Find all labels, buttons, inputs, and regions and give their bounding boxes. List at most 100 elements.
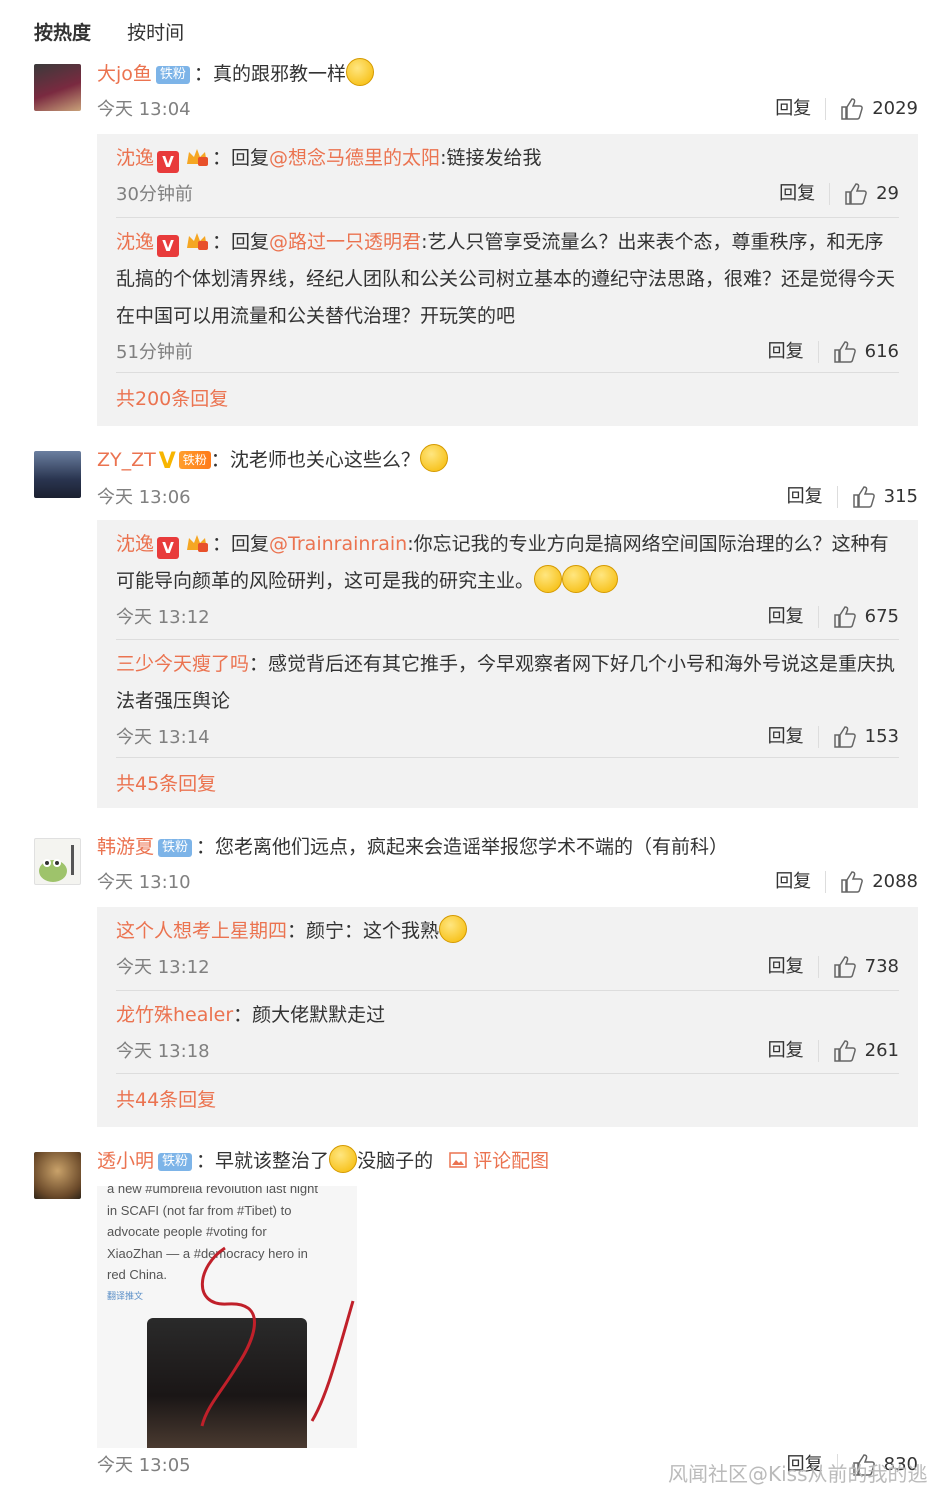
- like-count: 2088: [872, 871, 918, 892]
- reply-text: :链接发给我: [440, 147, 542, 169]
- like-count: 261: [864, 1040, 899, 1061]
- reply-time: 今天 13:18: [116, 1041, 210, 1062]
- username[interactable]: 透小明: [97, 1150, 154, 1172]
- like-thumb-icon[interactable]: [833, 606, 857, 628]
- verified-yellow-v-icon: V: [158, 449, 176, 474]
- grinning-emoji-icon: [534, 565, 563, 593]
- like-count: 2029: [872, 98, 918, 119]
- reply-time: 今天 13:12: [116, 607, 210, 628]
- username[interactable]: 龙竹殊healer: [116, 1004, 233, 1026]
- reply-button[interactable]: 回复: [768, 341, 819, 363]
- mention-link[interactable]: @Trainrainrain: [269, 533, 407, 555]
- more-replies-link[interactable]: 共44条回复: [116, 1074, 899, 1126]
- laughing-emoji-icon: [419, 444, 448, 472]
- username[interactable]: 韩游夏: [97, 836, 154, 858]
- reply-item: 沈逸 V ：回复@路过一只透明君:艺人只管享受流量么？出来表个态，尊重秩序，和无序乱…: [116, 218, 899, 373]
- crown-icon: [187, 149, 209, 166]
- like-count: 153: [864, 726, 899, 747]
- verified-v-icon: V: [157, 151, 180, 173]
- more-replies-link[interactable]: 共45条回复: [116, 758, 899, 810]
- verified-v-icon: V: [157, 537, 180, 559]
- reply-button[interactable]: 回复: [787, 486, 838, 508]
- avatar[interactable]: [34, 1152, 81, 1199]
- comment-time: 今天 13:05: [97, 1455, 191, 1476]
- sort-by-time-tab[interactable]: 按时间: [127, 22, 184, 44]
- like-count: 315: [883, 486, 918, 507]
- comment-text: 早就该整治了: [215, 1150, 330, 1172]
- username[interactable]: ZY_ZT: [97, 449, 156, 471]
- reply-button[interactable]: 回复: [768, 606, 819, 628]
- username[interactable]: 这个人想考上星期四: [116, 920, 287, 942]
- username[interactable]: 沈逸: [116, 147, 154, 169]
- reply-item: 这个人想考上星期四：颜宁：这个我熟 今天 13:12 回复 738: [116, 907, 899, 991]
- fan-badge: 铁粉: [178, 451, 211, 469]
- comment-text: 真的跟邪教一样: [212, 63, 346, 85]
- comment-item: 透小明 铁粉 ：早就该整治了 没脑子的 评论配图 a new #umbrella rev…: [34, 1145, 918, 1492]
- doge-emoji-icon: [439, 915, 468, 943]
- more-replies-link[interactable]: 共200条回复: [116, 373, 899, 425]
- reply-time: 30分钟前: [116, 184, 193, 205]
- like-count: 738: [864, 956, 899, 977]
- like-thumb-icon[interactable]: [833, 726, 857, 748]
- sort-bar: 按热度 按时间: [34, 18, 214, 45]
- like-count: 29: [876, 183, 899, 204]
- username[interactable]: 沈逸: [116, 533, 154, 555]
- fan-badge: 铁粉: [158, 1153, 193, 1171]
- reply-item: 沈逸 V ：回复@想念马德里的太阳:链接发给我 30分钟前 回复 29: [116, 134, 899, 218]
- reply-item: 龙竹殊healer：颜大佬默默走过 今天 13:18 回复 261: [116, 991, 899, 1074]
- reply-button[interactable]: 回复: [775, 98, 827, 120]
- reply-time: 今天 13:12: [116, 957, 210, 978]
- like-thumb-icon[interactable]: [840, 98, 864, 120]
- like-count: 675: [864, 606, 899, 627]
- shush-emoji-icon: [329, 1145, 358, 1173]
- avatar[interactable]: [34, 64, 81, 111]
- grinning-emoji-icon: [590, 565, 619, 593]
- comment-time: 今天 13:10: [97, 872, 191, 893]
- frog-meme-icon: [39, 845, 74, 882]
- red-scribble-icon: [200, 1246, 355, 1427]
- reply-time: 51分钟前: [116, 342, 193, 363]
- username[interactable]: 沈逸: [116, 231, 154, 253]
- comment-image[interactable]: a new #umbrella revolution last night in…: [97, 1186, 357, 1448]
- reply-button[interactable]: 回复: [768, 956, 819, 978]
- reply-list: 沈逸 V ：回复@Trainrainrain:你忘记我的专业方向是搞网络空间国际治理…: [97, 520, 918, 808]
- reply-item: 三少今天瘦了吗：感觉背后还有其它推手，今早观察者网下好几个小号和海外号说这是重庆…: [116, 640, 899, 758]
- reply-button[interactable]: 回复: [768, 726, 819, 748]
- sort-by-hot-tab[interactable]: 按热度: [34, 22, 91, 44]
- reply-list: 这个人想考上星期四：颜宁：这个我熟 今天 13:12 回复 738 龙竹殊hea…: [97, 907, 918, 1127]
- like-thumb-icon[interactable]: [833, 1040, 857, 1062]
- crown-icon: [187, 233, 209, 250]
- reply-button[interactable]: 回复: [779, 183, 831, 205]
- fan-badge: 铁粉: [155, 66, 190, 84]
- like-thumb-icon[interactable]: [840, 871, 864, 893]
- reply-list: 沈逸 V ：回复@想念马德里的太阳:链接发给我 30分钟前 回复 29 沈逸 V ：回复…: [97, 134, 918, 426]
- like-thumb-icon[interactable]: [833, 341, 857, 363]
- comment-time: 今天 13:04: [97, 99, 191, 120]
- colon: ：: [193, 63, 213, 85]
- thinking-emoji-icon: [345, 58, 374, 86]
- avatar[interactable]: [34, 451, 81, 498]
- username[interactable]: 大jo鱼: [97, 63, 152, 85]
- image-icon: [449, 1152, 467, 1168]
- comment-time: 今天 13:06: [97, 487, 191, 508]
- comment-image-link[interactable]: 评论配图: [449, 1150, 549, 1172]
- fan-badge: 铁粉: [158, 839, 193, 857]
- like-thumb-icon[interactable]: [852, 486, 876, 508]
- reply-time: 今天 13:14: [116, 727, 210, 748]
- mention-link[interactable]: @路过一只透明君: [269, 231, 421, 253]
- grinning-emoji-icon: [562, 565, 591, 593]
- username[interactable]: 三少今天瘦了吗: [116, 653, 249, 675]
- reply-text: 颜宁：这个我熟: [306, 920, 440, 942]
- verified-v-icon: V: [157, 235, 180, 257]
- reply-item: 沈逸 V ：回复@Trainrainrain:你忘记我的专业方向是搞网络空间国际治理…: [116, 520, 899, 640]
- like-thumb-icon[interactable]: [833, 956, 857, 978]
- comment-text: 沈老师也关心这些么？: [229, 449, 420, 471]
- like-thumb-icon[interactable]: [844, 183, 868, 205]
- watermark: 风闻社区@Kiss从前的我的逃: [668, 1462, 928, 1486]
- comment-text-2: 没脑子的: [357, 1150, 434, 1172]
- like-count: 616: [864, 341, 899, 362]
- reply-button[interactable]: 回复: [775, 871, 827, 893]
- avatar[interactable]: [34, 838, 81, 885]
- reply-button[interactable]: 回复: [768, 1040, 819, 1062]
- mention-link[interactable]: @想念马德里的太阳: [269, 147, 440, 169]
